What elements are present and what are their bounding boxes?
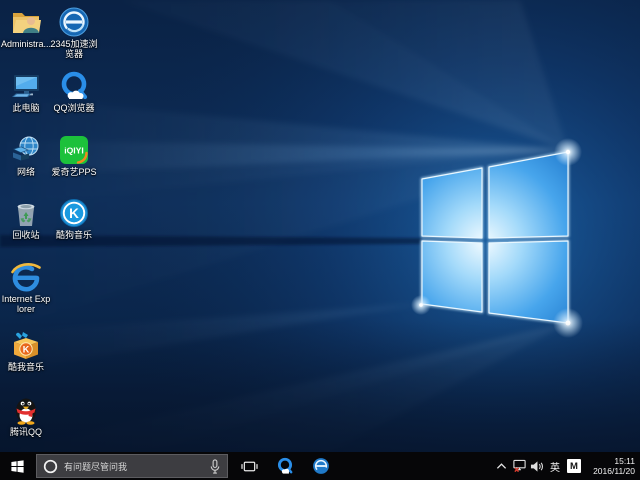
ime-mode-badge[interactable]: M xyxy=(567,459,581,473)
network-disconnected-icon xyxy=(512,459,527,473)
icon-label: 爱奇艺PPS xyxy=(51,167,96,177)
search-placeholder-text: 有问题尽管问我 xyxy=(64,460,209,473)
desktop-icon-2345-browser[interactable]: 2345加速浏览器 xyxy=(48,6,100,59)
desktop-icon-tencent-qq[interactable]: 腾讯QQ xyxy=(0,394,52,437)
taskbar-qq-browser-button[interactable] xyxy=(270,452,300,480)
icon-label: 2345加速浏览器 xyxy=(49,39,99,59)
desktop-icon-user-folder[interactable]: Administra... xyxy=(0,6,52,49)
svg-text:K: K xyxy=(69,206,79,221)
this-pc-icon xyxy=(10,70,42,102)
tray-expand-button[interactable] xyxy=(492,452,510,480)
iqiyi-pps-icon: iQIYI xyxy=(58,134,90,166)
qq-browser-icon xyxy=(58,70,90,102)
network-tray-button[interactable] xyxy=(510,452,528,480)
speaker-icon xyxy=(530,460,544,473)
desktop-icon-internet-explorer[interactable]: Internet Explorer xyxy=(0,261,52,314)
desktop-icon-iqiyi-pps[interactable]: iQIYI 爱奇艺PPS xyxy=(48,134,100,177)
icon-label: 此电脑 xyxy=(12,103,39,113)
desktop-icon-qq-browser[interactable]: QQ浏览器 xyxy=(48,70,100,113)
network-icon xyxy=(10,134,42,166)
kuwo-music-icon: K xyxy=(10,329,42,361)
chevron-up-icon xyxy=(496,461,507,472)
task-view-icon xyxy=(241,459,258,474)
clock[interactable]: 15:11 2016/11/20 xyxy=(584,452,640,480)
icon-label: 腾讯QQ xyxy=(10,427,42,437)
icon-label: 网络 xyxy=(17,167,35,177)
desktop-icon-kugou-music[interactable]: K 酷狗音乐 xyxy=(48,197,100,240)
clock-time: 15:11 xyxy=(614,456,635,466)
recycle-bin-icon xyxy=(10,197,42,229)
qq-browser-taskbar-icon xyxy=(276,457,294,475)
volume-tray-button[interactable] xyxy=(528,452,546,480)
icon-label: QQ浏览器 xyxy=(53,103,94,113)
icon-label: 酷我音乐 xyxy=(8,362,44,372)
desktop-icon-this-pc[interactable]: 此电脑 xyxy=(0,70,52,113)
taskbar: 有问题尽管问我 xyxy=(0,452,640,480)
icon-label: Administra... xyxy=(1,39,51,49)
clock-date: 2016/11/20 xyxy=(593,466,635,476)
desktop-icon-recycle-bin[interactable]: 回收站 xyxy=(0,197,52,240)
2345-browser-icon xyxy=(58,6,90,38)
2345-browser-taskbar-icon xyxy=(312,457,330,475)
user-folder-icon xyxy=(10,6,42,38)
windows-logo-icon xyxy=(10,459,25,474)
internet-explorer-icon xyxy=(10,261,42,293)
icon-label: Internet Explorer xyxy=(1,294,51,314)
desktop-icon-network[interactable]: 网络 xyxy=(0,134,52,177)
taskbar-2345-browser-button[interactable] xyxy=(306,452,336,480)
system-tray: 英 M 15:11 2016/11/20 xyxy=(492,452,640,480)
icon-label: 酷狗音乐 xyxy=(56,230,92,240)
search-box[interactable]: 有问题尽管问我 xyxy=(36,454,228,478)
icon-label: 回收站 xyxy=(12,230,39,240)
kugou-music-icon: K xyxy=(58,197,90,229)
start-button[interactable] xyxy=(0,452,34,480)
microphone-icon[interactable] xyxy=(209,459,221,474)
svg-text:iQIYI: iQIYI xyxy=(64,146,84,156)
desktop-icon-kuwo-music[interactable]: K 酷我音乐 xyxy=(0,329,52,372)
svg-text:K: K xyxy=(23,344,30,354)
windows-desktop: Administra... 此电脑 网络 xyxy=(0,0,640,480)
cortana-icon xyxy=(43,459,58,474)
ime-language-indicator[interactable]: 英 xyxy=(546,452,564,480)
tencent-qq-icon xyxy=(10,394,42,426)
task-view-button[interactable] xyxy=(234,452,264,480)
